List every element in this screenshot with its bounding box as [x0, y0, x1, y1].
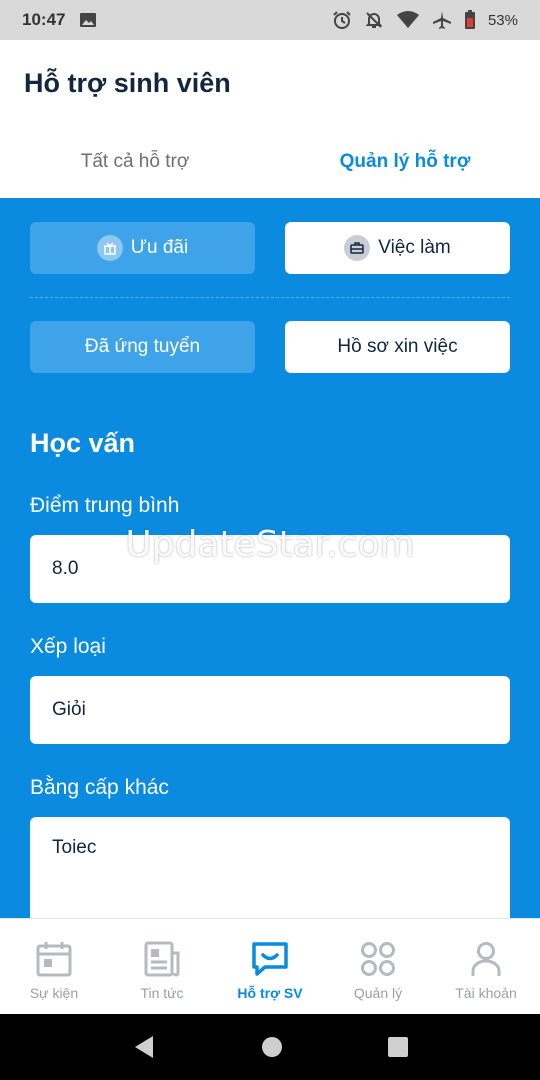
- nav-item-account[interactable]: Tài khoản: [432, 919, 540, 1014]
- bottom-nav: Sự kiện Tin tức Hỗ trợ SV Quản lý Tài kh…: [0, 918, 540, 1014]
- nav-label-events: Sự kiện: [29, 985, 79, 1001]
- nav-label-account: Tài khoản: [455, 985, 517, 1001]
- battery-icon: [464, 10, 476, 30]
- divider: [30, 297, 510, 298]
- calendar-icon: [35, 941, 73, 977]
- newspaper-icon: [143, 941, 181, 977]
- certificate-value: Toiec: [52, 837, 97, 858]
- nav-item-events[interactable]: Sự kiện: [0, 919, 108, 1014]
- rank-field[interactable]: Giỏi: [30, 676, 510, 744]
- offers-button[interactable]: Ưu đãi: [30, 222, 255, 274]
- tab-bar: Tất cả hỗ trợ Quản lý hỗ trợ: [0, 140, 540, 184]
- home-icon[interactable]: [260, 1035, 284, 1059]
- notifications-off-icon: [364, 10, 384, 30]
- nav-label-manage: Quản lý: [353, 985, 403, 1001]
- alarm-icon: [332, 10, 352, 30]
- gift-icon: [96, 235, 123, 261]
- grid-icon: [359, 941, 397, 977]
- nav-label-news: Tin tức: [140, 985, 184, 1001]
- nav-item-manage[interactable]: Quản lý: [324, 919, 432, 1014]
- rank-value: Giỏi: [52, 699, 86, 720]
- status-time: 10:47: [22, 10, 66, 29]
- offers-label: Ưu đãi: [130, 237, 189, 258]
- applied-button[interactable]: Đã ứng tuyển: [30, 321, 255, 373]
- jobs-button[interactable]: Việc làm: [285, 222, 510, 274]
- page-title: Hỗ trợ sinh viên: [24, 68, 231, 98]
- resume-label: Hồ sơ xin việc: [337, 336, 458, 357]
- certificate-field[interactable]: Toiec: [30, 817, 510, 918]
- nav-item-news[interactable]: Tin tức: [108, 919, 216, 1014]
- back-icon[interactable]: [131, 1034, 157, 1060]
- app-header: Hỗ trợ sinh viên Tất cả hỗ trợ Quản lý h…: [0, 40, 540, 198]
- jobs-label: Việc làm: [378, 237, 451, 258]
- system-nav-bar: [0, 1014, 540, 1080]
- user-icon: [467, 941, 505, 977]
- wifi-icon: [396, 10, 420, 30]
- image-icon: [79, 11, 97, 29]
- airplane-icon: [432, 10, 452, 30]
- rank-label: Xếp loại: [30, 635, 106, 658]
- certificate-label: Bằng cấp khác: [30, 776, 169, 799]
- tab-manage-support[interactable]: Quản lý hỗ trợ: [270, 140, 540, 184]
- nav-item-student-support[interactable]: Hỗ trợ SV: [216, 919, 324, 1014]
- gpa-label: Điểm trung bình: [30, 494, 180, 517]
- applied-label: Đã ứng tuyển: [84, 336, 201, 357]
- education-title: Học vấn: [30, 428, 136, 458]
- watermark: UpdateStar.com: [125, 524, 415, 565]
- status-bar: 10:47 53%: [0, 0, 540, 40]
- chat-icon: [251, 941, 289, 977]
- briefcase-icon: [344, 235, 371, 261]
- nav-label-student-support: Hỗ trợ SV: [237, 985, 303, 1001]
- battery-percent: 53%: [487, 11, 518, 29]
- resume-button[interactable]: Hồ sơ xin việc: [285, 321, 510, 373]
- recents-icon[interactable]: [387, 1036, 409, 1058]
- tab-all-support[interactable]: Tất cả hỗ trợ: [0, 140, 270, 184]
